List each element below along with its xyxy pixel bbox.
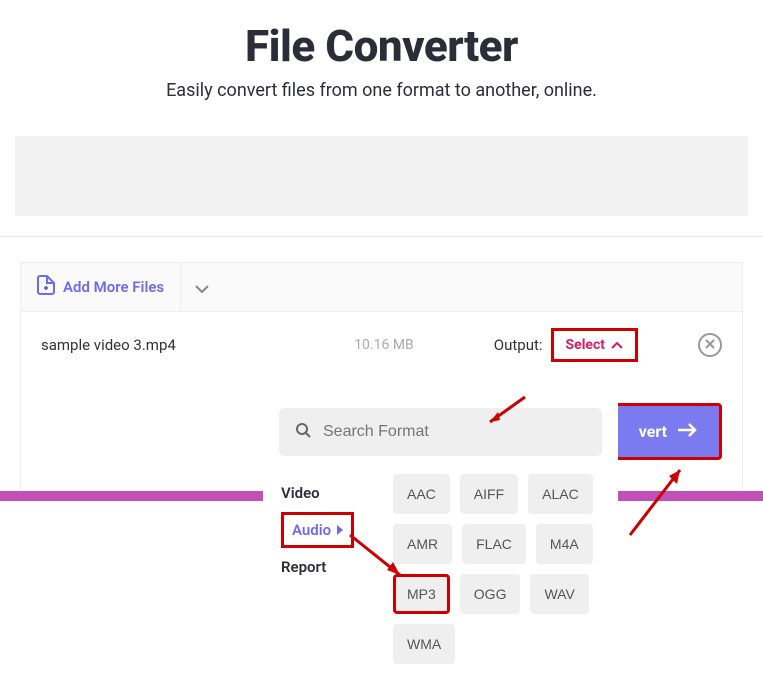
format-dropdown-panel: Video Audio Report AAC AIFF ALAC AMR FLA… [263, 390, 618, 686]
category-audio[interactable]: Audio [281, 512, 354, 548]
file-row: sample video 3.mp4 10.16 MB Output: Sele… [21, 312, 742, 378]
format-flac[interactable]: FLAC [462, 524, 526, 564]
file-name: sample video 3.mp4 [41, 336, 354, 354]
format-m4a[interactable]: M4A [536, 524, 593, 564]
category-report[interactable]: Report [281, 548, 393, 586]
chevron-up-icon [611, 337, 623, 353]
add-more-row: Add More Files [21, 263, 742, 312]
format-categories: Video Audio Report [263, 474, 393, 664]
convert-button[interactable]: vert [614, 403, 722, 460]
format-wma[interactable]: WMA [393, 624, 455, 664]
format-ogg[interactable]: OGG [460, 574, 521, 614]
format-aiff[interactable]: AIFF [460, 474, 518, 514]
output-label: Output: [494, 336, 543, 354]
file-size: 10.16 MB [354, 337, 414, 353]
select-label: Select [566, 337, 605, 353]
add-more-files-button[interactable]: Add More Files [21, 263, 180, 311]
search-icon [295, 422, 311, 442]
add-more-label: Add More Files [63, 278, 164, 296]
format-grid: AAC AIFF ALAC AMR FLAC M4A MP3 OGG WAV W… [393, 474, 618, 664]
category-audio-label: Audio [292, 521, 331, 539]
format-alac[interactable]: ALAC [528, 474, 593, 514]
format-mp3[interactable]: MP3 [393, 574, 450, 614]
ad-placeholder [15, 136, 748, 216]
add-more-dropdown-button[interactable] [180, 263, 222, 311]
caret-right-icon [337, 521, 343, 539]
convert-label: vert [639, 422, 667, 441]
format-search-input[interactable] [323, 423, 586, 441]
remove-file-button[interactable] [698, 333, 722, 357]
close-icon [705, 337, 715, 353]
format-amr[interactable]: AMR [393, 524, 452, 564]
format-wav[interactable]: WAV [530, 574, 588, 614]
arrow-right-icon [677, 422, 697, 441]
output-select-button[interactable]: Select [551, 328, 638, 362]
chevron-down-icon [195, 278, 209, 297]
page-subtitle: Easily convert files from one format to … [0, 80, 763, 101]
file-plus-icon [37, 275, 55, 299]
divider [0, 236, 763, 237]
format-aac[interactable]: AAC [393, 474, 450, 514]
page-title: File Converter [0, 20, 763, 72]
category-video[interactable]: Video [281, 474, 393, 512]
format-search-box[interactable] [279, 408, 602, 456]
